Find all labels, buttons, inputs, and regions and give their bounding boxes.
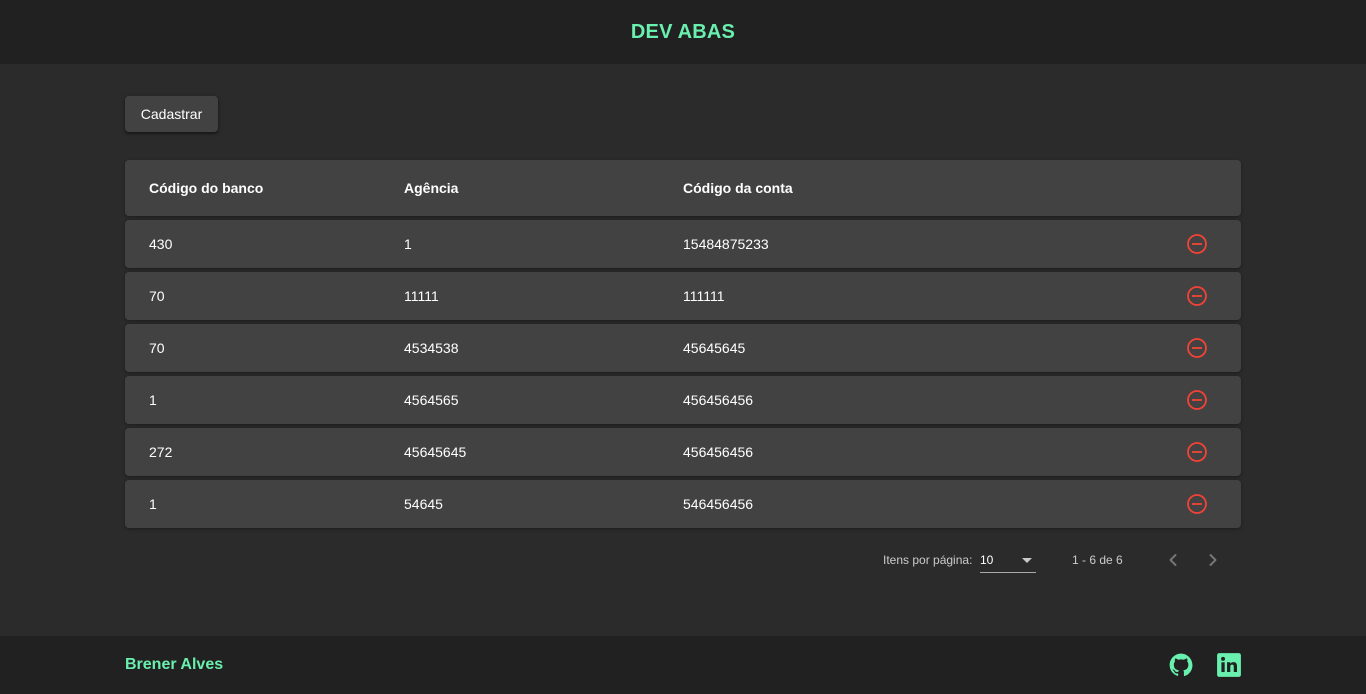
cadastrar-button[interactable]: Cadastrar [125,96,218,132]
remove-circle-icon [1187,390,1207,410]
remove-circle-icon [1187,338,1207,358]
remove-circle-icon [1187,494,1207,514]
cell-account-code: 15484875233 [683,236,769,252]
table-row: 1 4564565 456456456 [125,376,1241,424]
footer: Brener Alves [0,636,1366,694]
linkedin-icon [1217,653,1241,677]
next-page-button[interactable] [1197,544,1229,576]
cell-agency: 11111 [404,288,439,304]
remove-circle-icon [1187,442,1207,462]
cell-account-code: 45645645 [683,340,746,356]
cell-bank-code: 70 [149,288,165,304]
accounts-table: Código do banco Agência Código da conta … [125,160,1241,528]
remove-row-button[interactable] [1185,428,1209,476]
top-bar: DEV ABAS [0,0,1366,64]
main-content: Cadastrar Código do banco Agência Código… [125,64,1241,636]
cell-agency: 4564565 [404,392,459,408]
remove-row-button[interactable] [1185,272,1209,320]
author-name: Brener Alves [125,656,224,673]
remove-circle-icon [1187,286,1207,306]
cell-bank-code: 1 [149,392,157,408]
cell-bank-code: 430 [149,236,173,252]
page-size-select[interactable]: 10 [980,548,1036,573]
page: DEV ABAS Cadastrar Código do banco Agênc… [0,0,1366,694]
page-size-value: 10 [980,553,994,567]
remove-row-button[interactable] [1185,324,1209,372]
column-header-account-code: Código da conta [683,180,793,196]
paginator: Itens por página: 10 1 - 6 de 6 [125,536,1241,584]
cell-agency: 45645645 [404,444,467,460]
remove-row-button[interactable] [1185,376,1209,424]
cell-bank-code: 1 [149,496,157,512]
table-row: 70 4534538 45645645 [125,324,1241,372]
cell-agency: 4534538 [404,340,459,356]
previous-page-button[interactable] [1157,544,1189,576]
cell-bank-code: 272 [149,444,173,460]
remove-row-button[interactable] [1185,220,1209,268]
linkedin-link[interactable] [1216,652,1242,678]
chevron-left-icon [1169,554,1177,566]
cell-agency: 1 [404,236,412,252]
column-header-agency: Agência [404,180,459,196]
cell-account-code: 546456456 [683,496,754,512]
dropdown-arrow-icon [1022,558,1032,563]
cell-account-code: 111111 [683,288,725,304]
table-row: 70 11111 111111 [125,272,1241,320]
table-row: 272 45645645 456456456 [125,428,1241,476]
column-header-bank-code: Código do banco [149,180,264,196]
table-row: 430 1 15484875233 [125,220,1241,268]
cell-account-code: 456456456 [683,392,754,408]
page-range-label: 1 - 6 de 6 [1072,553,1123,567]
app-title: DEV ABAS [630,20,736,43]
github-link[interactable] [1168,652,1194,678]
table-header-row: Código do banco Agência Código da conta [125,160,1241,216]
cell-bank-code: 70 [149,340,165,356]
remove-circle-icon [1187,234,1207,254]
items-per-page-label: Itens por página: [883,553,973,567]
table-row: 1 54645 546456456 [125,480,1241,528]
cell-account-code: 456456456 [683,444,754,460]
cell-agency: 54645 [404,496,443,512]
github-icon [1169,653,1193,677]
chevron-right-icon [1209,554,1217,566]
remove-row-button[interactable] [1185,480,1209,528]
